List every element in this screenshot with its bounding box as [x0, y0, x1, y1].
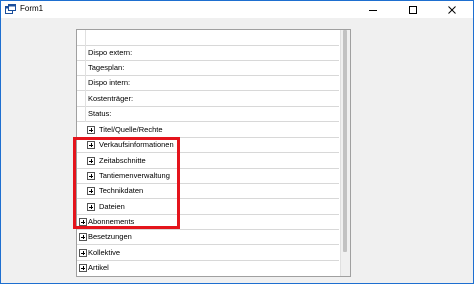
- group-label: Artikel: [88, 263, 109, 272]
- row-gutter: [77, 75, 86, 91]
- group-row[interactable]: Titel/Quelle/Rechte: [77, 122, 339, 138]
- property-row[interactable]: Tagesplan:: [77, 60, 339, 76]
- property-label: Tagesplan:: [88, 63, 125, 72]
- close-icon: [448, 5, 456, 14]
- minimize-button[interactable]: [356, 1, 390, 18]
- row-gutter: [77, 91, 86, 107]
- maximize-icon: [409, 5, 417, 14]
- property-row[interactable]: Kostenträger:: [77, 91, 339, 107]
- property-label: Dispo extern:: [88, 48, 133, 57]
- property-row[interactable]: Dispo intern:: [77, 75, 339, 91]
- row-gutter: [77, 60, 86, 76]
- title-bar[interactable]: Form1: [1, 1, 473, 18]
- maximize-button[interactable]: [396, 1, 430, 18]
- row-gutter: [77, 45, 86, 61]
- group-row[interactable]: Kollektive: [77, 245, 339, 261]
- vertical-scrollbar[interactable]: [340, 30, 350, 276]
- group-row[interactable]: Artikel: [77, 260, 339, 275]
- expand-plus-icon[interactable]: [87, 126, 95, 134]
- property-row[interactable]: Dispo extern:: [77, 45, 339, 61]
- window-title: Form1: [20, 4, 44, 13]
- row-gutter: [77, 106, 86, 122]
- property-label: Kostenträger:: [88, 94, 134, 103]
- grid-row-blank[interactable]: [77, 30, 339, 46]
- expand-plus-icon[interactable]: [79, 233, 87, 241]
- row-gutter: [77, 30, 86, 46]
- expand-plus-icon[interactable]: [79, 249, 87, 257]
- form-icon: [5, 4, 16, 14]
- property-label: Status:: [88, 109, 112, 118]
- property-label: Dispo intern:: [88, 78, 131, 87]
- group-row[interactable]: Besetzungen: [77, 229, 339, 245]
- minimize-icon: [369, 9, 377, 11]
- expand-plus-icon[interactable]: [79, 264, 87, 272]
- scrollbar-thumb[interactable]: [343, 30, 347, 252]
- group-label: Titel/Quelle/Rechte: [99, 125, 163, 134]
- app-window: Form1 Dispo extern: Tagesplan: Dispo int…: [0, 0, 474, 284]
- form-client-area: Dispo extern: Tagesplan: Dispo intern: K…: [1, 18, 473, 283]
- highlight-box: [73, 137, 180, 229]
- group-label: Besetzungen: [88, 232, 132, 241]
- property-row[interactable]: Status:: [77, 106, 339, 122]
- close-button[interactable]: [435, 1, 469, 18]
- group-label: Kollektive: [88, 248, 121, 257]
